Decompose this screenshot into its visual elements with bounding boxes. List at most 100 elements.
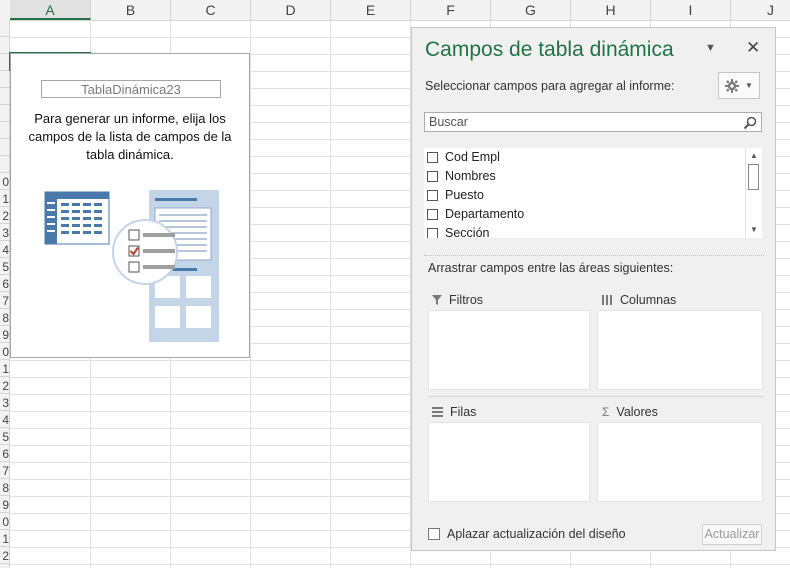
field-item-departamento[interactable]: Departamento	[427, 205, 524, 223]
field-search-box[interactable]	[424, 112, 762, 132]
field-item-seccion[interactable]: Sección	[427, 224, 489, 238]
row-header[interactable]: 1	[0, 190, 9, 207]
pivot-instructions: Para generar un informe, elija los campo…	[28, 111, 232, 162]
field-label: Sección	[445, 226, 490, 238]
field-label: Puesto	[445, 188, 484, 202]
columns-label-text: Columnas	[620, 293, 677, 307]
column-headers: A B C D E F G H I J	[0, 0, 790, 21]
column-header-f[interactable]: F	[411, 0, 491, 20]
row-header[interactable]: 7	[0, 292, 9, 309]
column-header-g[interactable]: G	[491, 0, 571, 20]
field-label: Cod Empl	[445, 150, 500, 164]
scrollbar-thumb[interactable]	[748, 164, 759, 190]
row-header[interactable]: 3	[0, 224, 9, 241]
field-item-cod-empl[interactable]: Cod Empl	[427, 148, 500, 166]
row-header[interactable]: 9	[0, 496, 9, 513]
pane-options-dropdown-icon[interactable]: ▼	[705, 42, 716, 54]
row-header[interactable]: 5	[0, 428, 9, 445]
field-checkbox[interactable]	[427, 227, 438, 238]
values-label-text: Valores	[616, 405, 658, 419]
pivot-table-placeholder[interactable]: TablaDinámica23 Para generar un informe,…	[10, 53, 250, 358]
row-header[interactable]: 4	[0, 241, 9, 258]
row-header[interactable]: 0	[0, 343, 9, 360]
divider	[424, 255, 764, 257]
pivot-table-name: TablaDinámica23	[41, 80, 221, 98]
scroll-down-icon[interactable]: ▼	[748, 224, 760, 236]
columns-icon	[602, 295, 612, 305]
row-header[interactable]: 1	[0, 360, 9, 377]
column-header-c[interactable]: C	[171, 0, 251, 20]
row-header[interactable]: 8	[0, 309, 9, 326]
row-header[interactable]: 0	[0, 173, 9, 190]
columns-area-label: Columnas	[602, 293, 676, 307]
row-header[interactable]	[0, 71, 9, 88]
row-header[interactable]: 4	[0, 411, 9, 428]
row-header[interactable]	[0, 88, 9, 105]
defer-layout-update[interactable]: Aplazar actualización del diseño	[428, 527, 626, 541]
field-label: Departamento	[445, 207, 525, 221]
row-header[interactable]	[0, 139, 9, 156]
row-header[interactable]: 8	[0, 479, 9, 496]
row-header[interactable]: 6	[0, 445, 9, 462]
pane-title: Campos de tabla dinámica	[425, 38, 674, 61]
update-button[interactable]: Actualizar	[702, 524, 762, 545]
column-header-e[interactable]: E	[331, 0, 411, 20]
field-list-scrollbar[interactable]: ▲ ▼	[745, 148, 762, 238]
field-item-nombres[interactable]: Nombres	[427, 167, 496, 185]
field-label: Nombres	[445, 169, 496, 183]
values-drop-area[interactable]	[597, 422, 763, 502]
row-header[interactable]: 0	[0, 513, 9, 530]
column-header-b[interactable]: B	[91, 0, 171, 20]
scroll-up-icon[interactable]: ▲	[748, 150, 760, 162]
row-header[interactable]	[0, 54, 9, 71]
filter-icon	[432, 295, 442, 305]
pivot-fields-pane: Campos de tabla dinámica ▼ ✕ Seleccionar…	[411, 27, 776, 551]
column-header-i[interactable]: I	[651, 0, 731, 20]
field-list: Cod Empl Nombres Puesto Departamento Sec…	[424, 148, 762, 238]
row-header[interactable]: 5	[0, 258, 9, 275]
gear-icon	[725, 78, 740, 93]
row-header[interactable]: 2	[0, 377, 9, 394]
columns-drop-area[interactable]	[597, 310, 763, 390]
row-header[interactable]: 2	[0, 207, 9, 224]
drag-areas-hint: Arrastrar campos entre las áreas siguien…	[428, 261, 674, 275]
filters-area-label: Filtros	[432, 293, 483, 307]
chevron-down-icon: ▼	[745, 81, 753, 90]
column-header-h[interactable]: H	[571, 0, 651, 20]
field-search-input[interactable]	[425, 113, 733, 131]
search-icon[interactable]	[743, 116, 757, 130]
row-header[interactable]	[0, 156, 9, 173]
filters-drop-area[interactable]	[428, 310, 590, 390]
field-checkbox[interactable]	[427, 189, 438, 201]
tools-button[interactable]: ▼	[718, 72, 760, 99]
row-header[interactable]: 3	[0, 394, 9, 411]
pivot-illustration-icon	[44, 190, 219, 342]
values-area-label: Σ Valores	[602, 405, 658, 419]
defer-label: Aplazar actualización del diseño	[447, 527, 626, 541]
sigma-icon: Σ	[602, 405, 610, 419]
field-item-puesto[interactable]: Puesto	[427, 186, 484, 204]
row-header[interactable]: 6	[0, 275, 9, 292]
field-checkbox[interactable]	[427, 170, 438, 182]
row-header[interactable]: 9	[0, 326, 9, 343]
row-header[interactable]	[0, 20, 9, 37]
rows-drop-area[interactable]	[428, 422, 590, 502]
row-header[interactable]	[0, 122, 9, 139]
row-header[interactable]: 7	[0, 462, 9, 479]
defer-checkbox[interactable]	[428, 528, 440, 540]
row-header[interactable]: 2	[0, 547, 9, 564]
field-checkbox[interactable]	[427, 151, 438, 163]
row-headers: 01234567890123456789012	[0, 20, 10, 568]
field-checkbox[interactable]	[427, 208, 438, 220]
row-header[interactable]: 1	[0, 530, 9, 547]
close-icon[interactable]: ✕	[746, 38, 760, 58]
row-header[interactable]	[0, 105, 9, 122]
column-header-j[interactable]: J	[731, 0, 790, 20]
row-header[interactable]	[0, 37, 9, 54]
column-header-a[interactable]: A	[10, 0, 91, 20]
column-header-d[interactable]: D	[251, 0, 331, 20]
column-gridline	[250, 20, 251, 568]
pane-subtitle: Seleccionar campos para agregar al infor…	[425, 79, 675, 93]
row-gridline	[10, 564, 790, 565]
divider	[428, 396, 764, 397]
